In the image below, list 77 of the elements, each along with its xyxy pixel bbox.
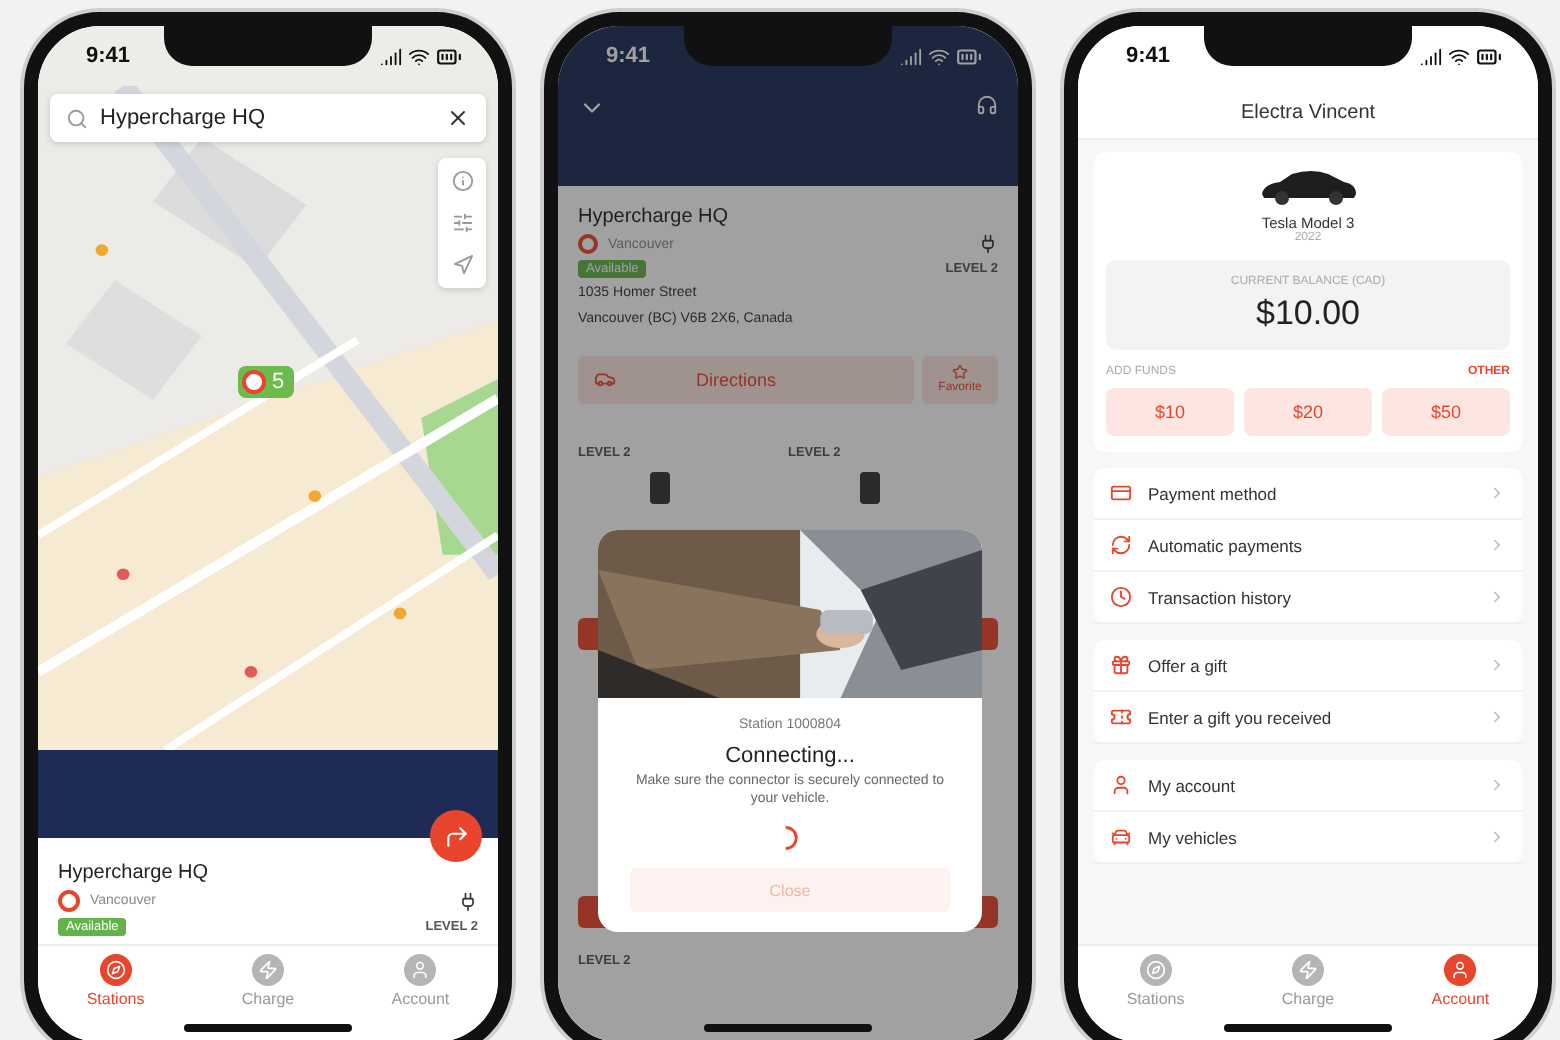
plug-icon [978,234,998,254]
info-icon [451,170,473,192]
search-input[interactable]: Hypercharge HQ [100,106,434,130]
clear-button[interactable] [446,106,470,130]
signal-icon [1420,45,1442,67]
status-time: 9:41 [1126,44,1171,68]
menu-item[interactable]: My account [1094,760,1522,812]
user-icon [1110,774,1132,796]
directions-button[interactable] [430,810,482,862]
chevron-icon [1488,828,1506,846]
search-icon [66,107,88,129]
tab[interactable]: Stations [1114,954,1197,1008]
search-field[interactable]: Hypercharge HQ [50,94,486,142]
stations-icon [1139,954,1172,986]
chevron-icon [1488,708,1506,726]
station-name: Hypercharge HQ [578,206,731,228]
tab[interactable]: Stations [74,954,157,1008]
account-icon [1444,954,1477,986]
battery-icon [956,43,982,69]
stations-icon [99,954,132,986]
navigation-icon [451,254,473,276]
directions-button[interactable]: Directions [578,355,914,404]
locate-button[interactable] [451,254,473,276]
wifi-icon [408,45,430,67]
gift-icon [1110,654,1132,676]
close-icon [446,106,470,130]
station-pin[interactable]: 5 [238,366,295,398]
chevron-icon [1488,484,1506,502]
battery-icon [436,43,462,69]
menu-item[interactable]: Offer a gift [1094,640,1522,692]
amount-button[interactable]: $10 [1106,388,1234,436]
connector-icon [650,471,670,504]
sliders-icon [451,212,473,234]
battery-icon [1476,43,1502,69]
chevron-icon [1488,776,1506,794]
balance-amount: $10.00 [1256,294,1360,334]
tab[interactable]: Account [1419,954,1502,1008]
refresh-icon [1110,534,1132,556]
card-icon [1110,482,1132,504]
filter-button[interactable] [451,212,473,234]
station-name: Hypercharge HQ [58,862,211,884]
clock-icon [1110,586,1132,608]
charge-icon [251,954,284,986]
ticket-icon [1110,706,1132,728]
car-icon [594,368,616,391]
status-time: 9:41 [86,44,131,68]
signal-icon [900,45,922,67]
status-time: 9:41 [606,44,651,68]
tab[interactable]: Charge [1269,954,1347,1008]
account-icon [404,954,437,986]
car-icon [1110,826,1132,848]
star-icon [952,364,968,381]
amount-button[interactable]: $20 [1244,388,1372,436]
tab[interactable]: Charge [229,954,307,1008]
operator-logo [578,234,598,254]
info-button[interactable] [451,170,473,192]
dialog-title: Connecting... [725,744,855,768]
menu-item[interactable]: Automatic payments [1094,520,1522,572]
signal-icon [380,45,402,67]
wifi-icon [1448,45,1470,67]
menu-item[interactable]: My vehicles [1094,812,1522,864]
chevron-icon [1488,588,1506,606]
menu-item[interactable]: Enter a gift you received [1094,692,1522,744]
tab[interactable]: Account [379,954,462,1008]
connector-icon [860,471,880,504]
chevron-icon [1488,536,1506,554]
plug-icon [458,891,478,911]
chevron-icon [1488,656,1506,674]
amount-button[interactable]: $50 [1382,388,1510,436]
menu-item[interactable]: Payment method [1094,468,1522,520]
operator-logo [58,890,80,912]
charge-icon [1291,954,1324,986]
menu-item[interactable]: Transaction history [1094,572,1522,624]
wifi-icon [928,45,950,67]
headphones-icon [976,94,998,116]
turn-arrow-icon [443,823,469,849]
spinner-icon [783,824,797,853]
